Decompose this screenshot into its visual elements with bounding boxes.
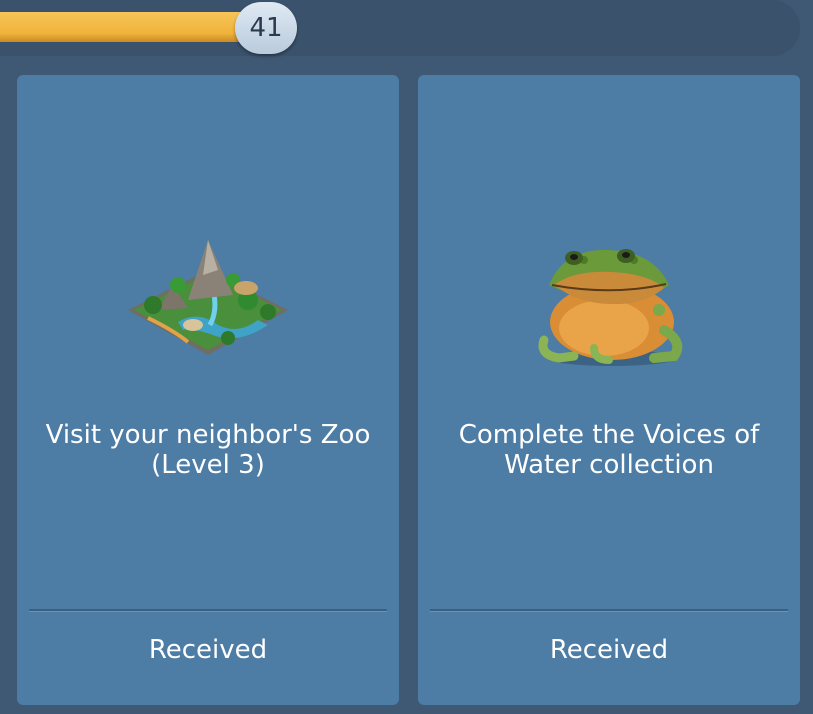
frog-icon bbox=[418, 225, 800, 375]
quest-status-received: Received bbox=[148, 635, 268, 665]
quest-card-voices-of-water[interactable]: Complete the Voices of Water collection … bbox=[418, 75, 800, 705]
card-divider bbox=[29, 609, 387, 612]
level-badge: 41 bbox=[235, 2, 297, 54]
zoo-island-icon bbox=[17, 225, 399, 375]
quest-description: Visit your neighbor's Zoo (Level 3) bbox=[45, 420, 371, 480]
quest-status-received: Received bbox=[549, 635, 669, 665]
level-progress-bar bbox=[0, 0, 800, 56]
quest-description: Complete the Voices of Water collection bbox=[458, 420, 760, 480]
level-progress-fill bbox=[0, 12, 264, 42]
card-divider bbox=[430, 609, 788, 612]
quest-card-visit-zoo[interactable]: Visit your neighbor's Zoo (Level 3) Rece… bbox=[17, 75, 399, 705]
